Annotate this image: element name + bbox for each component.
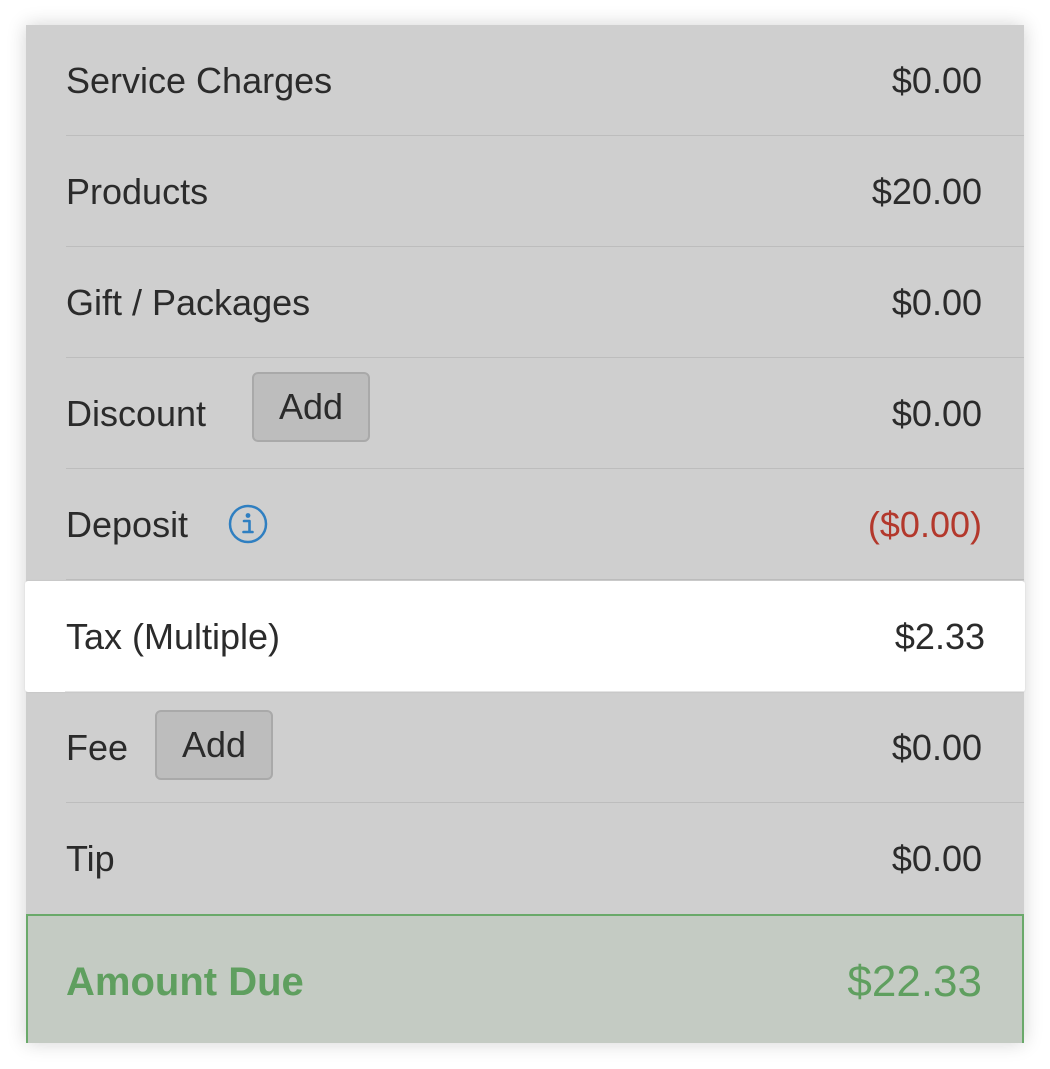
deposit-label: Deposit xyxy=(66,504,189,545)
gift-packages-value: $0.00 xyxy=(891,282,982,323)
gift-packages-label: Gift / Packages xyxy=(66,282,311,323)
add-fee-button[interactable]: Add xyxy=(155,710,273,780)
service-charges-row: Service Charges $0.00 xyxy=(26,25,1024,136)
gift-packages-row: Gift / Packages $0.00 xyxy=(26,247,1024,358)
service-charges-value: $0.00 xyxy=(891,60,982,101)
products-label: Products xyxy=(66,171,209,212)
service-charges-label: Service Charges xyxy=(66,60,333,101)
checkout-summary-panel: Service Charges $0.00 Products $20.00 Gi… xyxy=(25,25,1025,1043)
tip-value: $0.00 xyxy=(891,838,982,879)
discount-value: $0.00 xyxy=(891,393,982,434)
divider xyxy=(66,579,1024,580)
tax-row[interactable]: Tax (Multiple) $2.33 xyxy=(25,581,1025,692)
discount-label: Discount xyxy=(66,393,207,434)
info-icon[interactable] xyxy=(228,504,268,544)
products-value: $20.00 xyxy=(871,171,982,212)
products-row: Products $20.00 xyxy=(26,136,1024,247)
discount-row: Discount Add $0.00 xyxy=(26,358,1024,469)
deposit-row: Deposit ($0.00) xyxy=(26,469,1024,580)
tip-row: Tip $0.00 xyxy=(26,803,1024,914)
fee-value: $0.00 xyxy=(891,727,982,768)
amount-due-row: Amount Due $22.33 xyxy=(26,914,1024,1043)
tax-label: Tax (Multiple) xyxy=(66,616,281,657)
amount-due-value: $22.33 xyxy=(847,957,982,1006)
tip-label: Tip xyxy=(66,838,115,879)
fee-row: Fee Add $0.00 xyxy=(26,692,1024,803)
tax-value: $2.33 xyxy=(894,616,985,657)
amount-due-label: Amount Due xyxy=(66,960,304,1004)
fee-label: Fee xyxy=(66,727,129,768)
add-discount-button[interactable]: Add xyxy=(252,372,370,442)
deposit-value: ($0.00) xyxy=(867,504,982,545)
